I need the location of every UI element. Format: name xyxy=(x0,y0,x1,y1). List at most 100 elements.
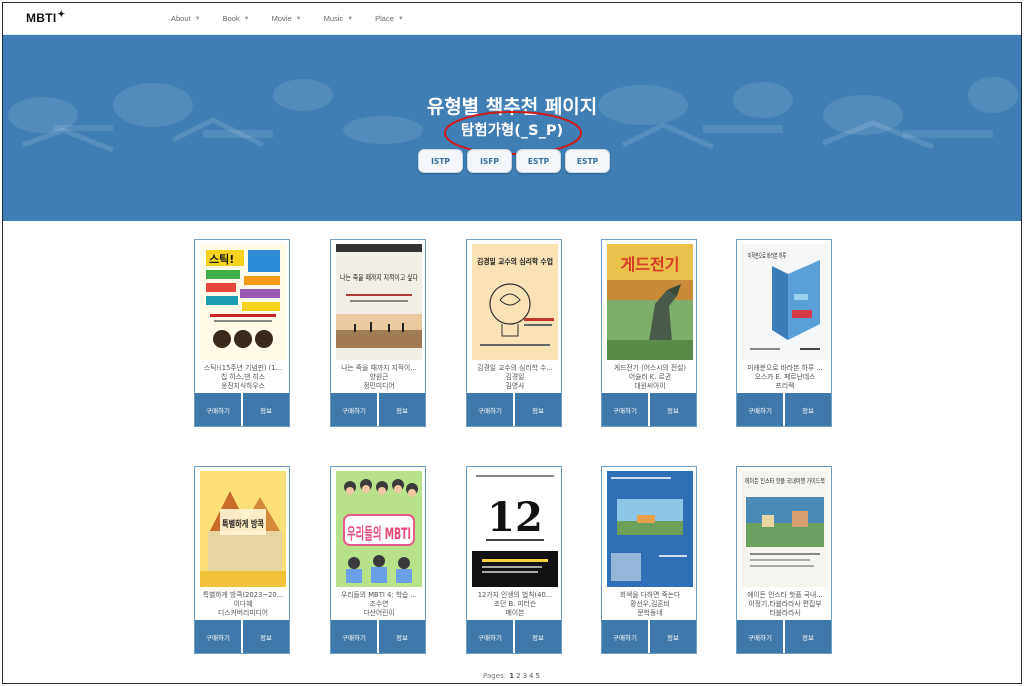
buy-button[interactable]: 구매하기 xyxy=(602,620,648,653)
book-card: 우리들의 MBTI 우리들의 MBTI 4: 학습 ... 조수연 다산어린이 … xyxy=(330,466,426,654)
buy-button[interactable]: 구매하기 xyxy=(737,620,783,653)
buy-button[interactable]: 구매하기 xyxy=(195,620,241,653)
buy-button[interactable]: 구매하기 xyxy=(602,393,648,426)
book-title: 미래분으로 바라본 하루 ... xyxy=(747,364,823,372)
info-button[interactable]: 정보 xyxy=(785,620,831,653)
type-button-estp[interactable]: ESTP xyxy=(516,149,561,173)
buy-button[interactable]: 구매하기 xyxy=(331,620,377,653)
book-author: 이정기,타블라라사 편집부 xyxy=(748,600,822,608)
card-actions: 구매하기 정보 xyxy=(331,620,425,653)
book-title: 스틱!(15주년 기념판) (1... xyxy=(203,364,283,372)
card-actions: 구매하기 정보 xyxy=(737,620,831,653)
cover-title-text: 에이든 인스타 핫플 국내여행 가이드북 xyxy=(745,476,825,485)
info-button[interactable]: 정보 xyxy=(515,620,561,653)
book-cover[interactable]: 나는 죽을 때까지 지적이고 싶다 xyxy=(336,244,422,360)
buy-button[interactable]: 구매하기 xyxy=(737,393,783,426)
logo-text: MBTI xyxy=(26,11,57,25)
chevron-down-icon: ▼ xyxy=(397,15,404,22)
book-card: 미적분으로 바라본 하루 미래분으로 바라본 하루 ... 오스카 E. 페르난… xyxy=(736,239,832,427)
book-title: 우리들의 MBTI 4: 학습 ... xyxy=(341,591,417,599)
type-button-row: ISTP ISFP ESTP ESTP xyxy=(418,149,610,173)
book-card: 게드전기 게드전기 (어스시의 전설) 어슐러 K. 르귄 대원씨아이 구매하기… xyxy=(601,239,697,427)
cover-title-text: 특별하게 방콕 xyxy=(222,518,264,530)
book-card: 에이든 인스타 핫플 국내여행 가이드북 에이든 인스타 핫플 국내... 이정… xyxy=(736,466,832,654)
book-title: 김경일 교수의 심리학 수... xyxy=(477,364,553,372)
book-cover[interactable]: 우리들의 MBTI xyxy=(336,471,422,587)
book-author: 조수연 xyxy=(369,600,389,608)
book-author: 양원근 xyxy=(369,373,389,381)
card-actions: 구매하기 정보 xyxy=(602,620,696,653)
book-publisher: 타블라라사 xyxy=(769,609,801,617)
buy-button[interactable]: 구매하기 xyxy=(467,393,513,426)
book-publisher: 김영사 xyxy=(505,382,525,390)
buy-button[interactable]: 구매하기 xyxy=(195,393,241,426)
card-actions: 구매하기 정보 xyxy=(602,393,696,426)
book-publisher: 디스커버리미디어 xyxy=(217,609,269,617)
info-button[interactable]: 정보 xyxy=(785,393,831,426)
chevron-down-icon: ▼ xyxy=(295,15,302,22)
nav-movie[interactable]: Movie ▼ xyxy=(272,14,302,23)
book-author: 김경일 xyxy=(505,373,525,381)
hero-banner: 유형별 책추천 페이지 탐험가형(_S_P) ISTP ISFP ESTP ES… xyxy=(3,35,1021,221)
type-button-istp[interactable]: ISTP xyxy=(418,149,463,173)
book-author: 어슐러 K. 르귄 xyxy=(628,373,672,381)
nav-place[interactable]: Place ▼ xyxy=(375,14,404,23)
card-actions: 구매하기 정보 xyxy=(195,620,289,653)
info-button[interactable]: 정보 xyxy=(379,393,425,426)
nav-movie-label: Movie xyxy=(271,14,292,23)
page-5-link[interactable]: 5 xyxy=(536,672,540,680)
main-menu: About ▼ Book ▼ Movie ▼ Music ▼ Place ▼ xyxy=(171,14,426,23)
mbti-logo[interactable]: MBTI✦ xyxy=(26,9,66,25)
book-publisher: 다산어린이 xyxy=(363,609,395,617)
nav-music-label: Music xyxy=(323,14,344,23)
card-actions: 구매하기 정보 xyxy=(737,393,831,426)
book-author: 황선우,김혼비 xyxy=(630,600,670,608)
book-publisher: 대원씨아이 xyxy=(634,382,666,390)
book-cover[interactable]: 미적분으로 바라본 하루 xyxy=(742,244,828,360)
book-title: 회색을 다하면 죽는다 xyxy=(619,591,681,599)
book-cover[interactable] xyxy=(607,471,693,587)
info-button[interactable]: 정보 xyxy=(243,393,289,426)
info-button[interactable]: 정보 xyxy=(515,393,561,426)
book-title: 에이든 인스타 핫플 국내... xyxy=(747,591,823,599)
cover-title-text: 게드전기 xyxy=(621,255,680,274)
nav-book-label: Book xyxy=(222,14,240,23)
type-button-isfp[interactable]: ISFP xyxy=(467,149,512,173)
chevron-down-icon: ▼ xyxy=(243,15,250,22)
book-title: 특별하게 방콕(2023~20... xyxy=(202,591,284,599)
sparkle-icon: ✦ xyxy=(57,9,66,19)
type-button-estp-2[interactable]: ESTP xyxy=(565,149,610,173)
pagination: Pages: 12345 xyxy=(3,672,1021,680)
top-nav: MBTI✦ About ▼ Book ▼ Movie ▼ Music ▼ Place ▼ xyxy=(3,3,1021,35)
page-2-link[interactable]: 2 xyxy=(516,672,520,680)
book-title: 게드전기 (어스시의 전설) xyxy=(613,364,687,372)
book-author: 칩 히스,댄 히스 xyxy=(220,373,265,381)
info-button[interactable]: 정보 xyxy=(379,620,425,653)
info-button[interactable]: 정보 xyxy=(243,620,289,653)
nav-music[interactable]: Music ▼ xyxy=(324,14,354,23)
info-button[interactable]: 정보 xyxy=(650,393,696,426)
book-card: 회색을 다하면 죽는다 황선우,김혼비 문학동네 구매하기 정보 xyxy=(601,466,697,654)
nav-book[interactable]: Book ▼ xyxy=(223,14,250,23)
cover-title-text: 나는 죽을 때까지 지적이고 싶다 xyxy=(340,272,418,282)
book-publisher: 정민미디어 xyxy=(363,382,395,390)
book-cover[interactable]: 김경일 교수의 심리학 수업 xyxy=(472,244,558,360)
nav-about[interactable]: About ▼ xyxy=(171,14,201,23)
page-1-link[interactable]: 1 xyxy=(509,672,514,680)
book-title: 나는 죽을 때까지 지적이... xyxy=(341,364,417,372)
cover-title-text: 김경일 교수의 심리학 수업 xyxy=(477,256,553,266)
book-cover[interactable]: 12 xyxy=(472,471,558,587)
book-cover[interactable]: 특별하게 방콕 xyxy=(200,471,286,587)
book-author: 조던 B. 피터슨 xyxy=(493,600,537,608)
page-3-link[interactable]: 3 xyxy=(523,672,527,680)
book-cover[interactable]: 스틱! xyxy=(200,244,286,360)
buy-button[interactable]: 구매하기 xyxy=(467,620,513,653)
book-cover[interactable]: 게드전기 xyxy=(607,244,693,360)
cover-title-text: 우리들의 MBTI xyxy=(347,524,411,543)
book-cover[interactable]: 에이든 인스타 핫플 국내여행 가이드북 xyxy=(742,471,828,587)
page-4-link[interactable]: 4 xyxy=(529,672,533,680)
buy-button[interactable]: 구매하기 xyxy=(331,393,377,426)
info-button[interactable]: 정보 xyxy=(650,620,696,653)
book-publisher: 문학동네 xyxy=(637,609,663,617)
card-actions: 구매하기 정보 xyxy=(467,620,561,653)
